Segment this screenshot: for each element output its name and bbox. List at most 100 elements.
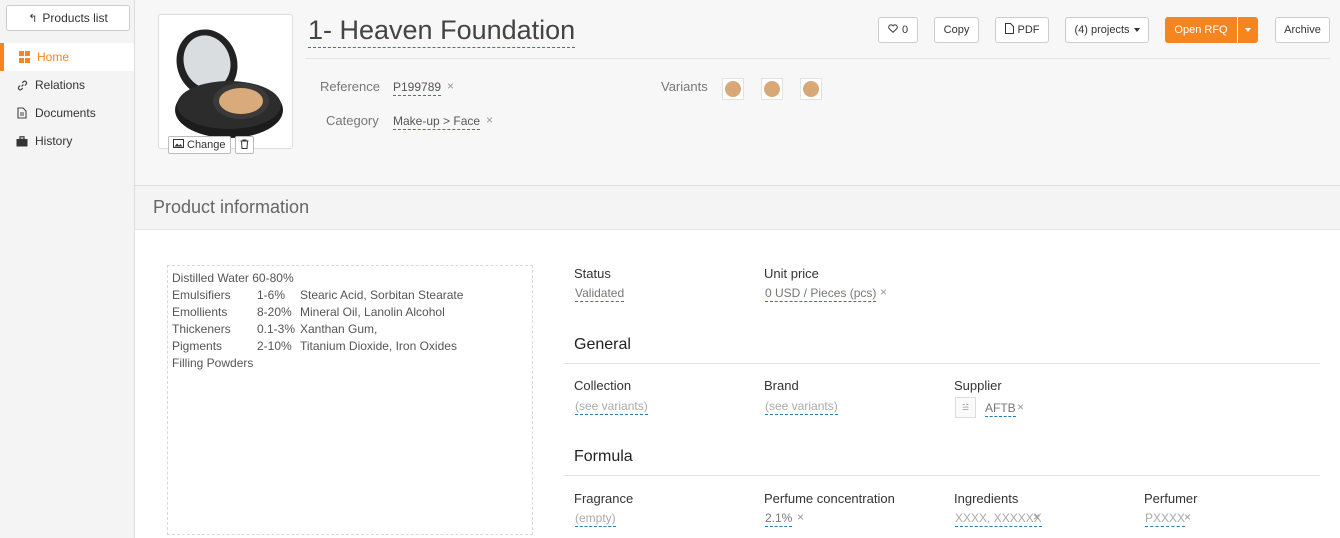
copy-button[interactable]: Copy (934, 17, 979, 43)
perfumer-label: Perfumer (1144, 491, 1198, 506)
sidebar-nav: Home Relations Documents History (0, 43, 134, 155)
composition-name: Distilled Water (172, 271, 249, 285)
brand-value[interactable]: (see variants) (765, 398, 838, 415)
composition-name: Emulsifiers (172, 288, 231, 302)
composition-row: Filling Powders (172, 355, 528, 372)
remove-category-icon[interactable]: × (486, 113, 493, 127)
pdf-file-icon (1004, 23, 1014, 37)
like-count: 0 (901, 24, 909, 36)
composition-percent: 60-80% (252, 271, 294, 285)
sidebar-item-documents[interactable]: Documents (0, 99, 134, 127)
brand-label: Brand (764, 378, 799, 393)
change-image-button[interactable]: Change (168, 136, 231, 154)
sidebar-item-label: Relations (35, 78, 86, 92)
product-header: Change 1- Heaven Foundation Reference P1… (135, 0, 1340, 186)
sidebar-item-home[interactable]: Home (0, 43, 134, 71)
grid-icon (18, 51, 30, 63)
composition-textarea[interactable]: Distilled Water 60-80% Emulsifiers 1-6% … (167, 265, 533, 535)
delete-image-button[interactable] (234, 136, 254, 154)
image-actions: Change (168, 136, 254, 154)
supplier-value[interactable]: AFTB (985, 400, 1016, 417)
image-icon (173, 139, 184, 151)
ingredients-label: Ingredients (954, 491, 1019, 506)
page-title[interactable]: 1- Heaven Foundation (308, 14, 576, 48)
composition-percent: 8-20% (257, 305, 292, 319)
status-value[interactable]: Validated (575, 285, 625, 302)
briefcase-icon (16, 135, 28, 147)
perfume-concentration-label: Perfume concentration (764, 491, 895, 506)
unit-price-value[interactable]: 0 USD / Pieces (pcs) (765, 285, 877, 302)
open-rfq-dropdown[interactable] (1237, 17, 1258, 43)
reference-label: Reference (320, 79, 380, 94)
composition-row: Distilled Water 60-80% (172, 270, 528, 287)
general-divider (563, 363, 1320, 364)
composition-name: Thickeners (172, 322, 231, 336)
products-list-label: Products list (42, 11, 108, 25)
open-rfq-split-button: Open RFQ (1165, 17, 1258, 43)
composition-items: Xanthan Gum, (300, 322, 378, 336)
category-value[interactable]: Make-up > Face (393, 113, 481, 130)
heart-icon (888, 24, 898, 36)
composition-items: Titanium Dioxide, Iron Oxides (300, 339, 457, 353)
composition-row: Pigments 2-10% Titanium Dioxide, Iron Ox… (172, 338, 528, 355)
composition-row: Thickeners 0.1-3% Xanthan Gum, (172, 321, 528, 338)
trash-icon (240, 139, 249, 152)
product-image (158, 14, 293, 149)
link-icon (16, 79, 28, 91)
open-rfq-button[interactable]: Open RFQ (1165, 17, 1237, 43)
composition-items: Mineral Oil, Lanolin Alcohol (300, 305, 445, 319)
fragrance-value[interactable]: (empty) (575, 510, 616, 527)
sidebar-item-history[interactable]: History (0, 127, 134, 155)
composition-name: Pigments (172, 339, 223, 353)
archive-button[interactable]: Archive (1275, 17, 1330, 43)
remove-perfumer-icon[interactable]: × (1184, 510, 1191, 524)
composition-row: Emollients 8-20% Mineral Oil, Lanolin Al… (172, 304, 528, 321)
chevron-down-icon (1245, 28, 1251, 32)
remove-unit-price-icon[interactable]: × (880, 285, 887, 299)
color-dot-icon (764, 81, 780, 97)
like-button[interactable]: 0 (878, 17, 918, 43)
status-label: Status (574, 266, 611, 281)
perfume-concentration-value[interactable]: 2.1% (765, 510, 793, 527)
composition-items: Stearic Acid, Sorbitan Stearate (300, 288, 464, 302)
sidebar-item-label: Home (37, 50, 70, 64)
remove-reference-icon[interactable]: × (447, 79, 454, 93)
sidebar-item-label: Documents (35, 106, 96, 120)
sidebar-item-label: History (35, 134, 73, 148)
reference-value[interactable]: P199789 (393, 79, 442, 96)
section-title: Product information (153, 197, 310, 217)
pdf-button[interactable]: PDF (995, 17, 1049, 43)
variant-swatch[interactable] (722, 78, 744, 100)
remove-supplier-icon[interactable]: × (1017, 400, 1024, 414)
chevron-down-icon (1133, 28, 1140, 32)
category-label: Category (326, 113, 379, 128)
perfumer-value[interactable]: PXXXX (1145, 510, 1186, 527)
section-header: Product information (135, 186, 1340, 230)
composition-percent: 2-10% (257, 339, 292, 353)
ingredients-value[interactable]: XXXX, XXXXXX (955, 510, 1042, 527)
compact-image-icon (175, 29, 283, 138)
remove-ingredients-icon[interactable]: × (1033, 510, 1040, 524)
back-arrow-icon: ↰ (28, 12, 38, 25)
archive-label: Archive (1284, 24, 1321, 36)
color-dot-icon (725, 81, 741, 97)
copy-label: Copy (943, 24, 970, 36)
pdf-label: PDF (1017, 24, 1040, 36)
supplier-label: Supplier (954, 378, 1002, 393)
collection-label: Collection (574, 378, 632, 393)
document-icon (16, 107, 28, 119)
products-list-button[interactable]: ↰ Products list (6, 5, 130, 31)
variant-swatch[interactable] (761, 78, 783, 100)
projects-dropdown[interactable]: (4) projects (1065, 17, 1149, 43)
color-dot-icon (803, 81, 819, 97)
composition-name: Filling Powders (172, 356, 254, 370)
variant-swatch[interactable] (800, 78, 822, 100)
unit-price-label: Unit price (764, 266, 819, 281)
composition-row: Emulsifiers 1-6% Stearic Acid, Sorbitan … (172, 287, 528, 304)
collection-value[interactable]: (see variants) (575, 398, 648, 415)
formula-heading: Formula (574, 448, 633, 465)
fragrance-label: Fragrance (574, 491, 634, 506)
remove-perfume-concentration-icon[interactable]: × (797, 510, 804, 524)
sidebar-item-relations[interactable]: Relations (0, 71, 134, 99)
composition-name: Emollients (172, 305, 228, 319)
